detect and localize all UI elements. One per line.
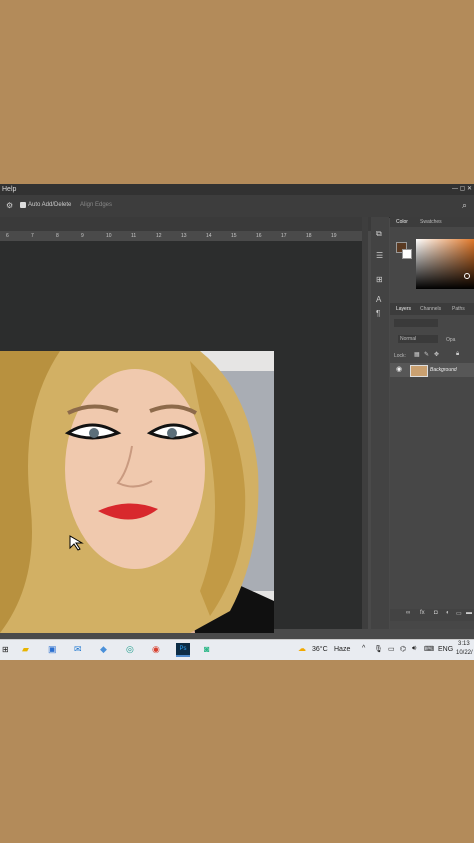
task-view-icon[interactable]: ⊞	[2, 645, 9, 654]
blend-mode-value: Normal	[400, 336, 417, 342]
tab-paths[interactable]: Paths	[452, 306, 465, 312]
ruler-tick: 16	[256, 233, 262, 239]
opacity-label: Opa	[446, 337, 456, 343]
weather-desc[interactable]: Haze	[334, 646, 350, 653]
chrome-icon[interactable]: ◉	[152, 644, 160, 655]
auto-add-delete-label: Auto Add/Delete	[28, 202, 72, 208]
color-picker-marker[interactable]	[464, 273, 470, 279]
lock-all-icon[interactable]: 🔒︎	[456, 351, 459, 358]
panel-tool-strip: ⧉ ☰ ⊞ A ¶	[371, 217, 389, 629]
tab-color[interactable]: Color	[396, 219, 408, 225]
menu-help[interactable]: Help	[2, 184, 16, 195]
blend-mode-select[interactable]: Normal	[398, 335, 438, 343]
character-icon[interactable]: A	[376, 295, 381, 304]
search-icon[interactable]: ⌕	[462, 200, 467, 211]
edge-icon[interactable]: ◎	[126, 644, 134, 655]
photoshop-window: Help — ▢ ✕ ⚙ Auto Add/Delete Align Edges…	[0, 184, 474, 660]
color-panel-tabs: Color Swatches	[390, 217, 474, 227]
tab-swatches[interactable]: Swatches	[420, 219, 442, 225]
lock-move-icon[interactable]: ✥	[434, 351, 439, 358]
properties-icon[interactable]: ⊞	[376, 275, 383, 284]
align-edges-label[interactable]: Align Edges	[80, 202, 112, 208]
document-image[interactable]	[0, 351, 274, 633]
link-layers-icon[interactable]: ∞	[406, 610, 410, 616]
clock-date[interactable]: 10/22/	[456, 650, 473, 656]
network-icon[interactable]: ⌬	[400, 645, 406, 653]
visibility-eye-icon[interactable]: ◉	[396, 365, 402, 373]
store-icon[interactable]: ▣	[48, 644, 57, 655]
app-icon[interactable]: ◆	[100, 644, 107, 655]
layer-row[interactable]: ◉ Background	[390, 363, 474, 377]
ruler-tick: 6	[6, 233, 9, 239]
auto-add-delete-checkbox[interactable]	[20, 202, 26, 208]
lock-label: Lock:	[394, 353, 406, 359]
history-icon[interactable]: ⧉	[376, 229, 382, 239]
language-indicator[interactable]: ENG	[438, 646, 453, 653]
layer-thumbnail	[410, 365, 428, 377]
ruler-tick: 13	[181, 233, 187, 239]
paragraph-icon[interactable]: ¶	[376, 309, 380, 318]
chevron-up-icon[interactable]: ^	[362, 645, 365, 652]
ruler-tick: 8	[56, 233, 59, 239]
color-picker-field[interactable]	[416, 239, 474, 289]
options-bar: ⚙ Auto Add/Delete Align Edges ⌕	[0, 195, 474, 218]
right-panels: Color Swatches Layers Channels Paths Nor…	[390, 217, 474, 629]
mail-icon[interactable]: ✉	[74, 644, 82, 655]
mask-icon[interactable]: ◘	[434, 610, 438, 616]
gear-icon[interactable]: ⚙	[6, 201, 13, 210]
recorder-icon[interactable]: ◙	[204, 644, 209, 654]
tab-channels[interactable]: Channels	[420, 306, 441, 312]
volume-icon[interactable]: 🔊︎	[412, 645, 416, 653]
weather-temp[interactable]: 36°C	[312, 646, 328, 653]
adjustment-layer-icon[interactable]: ◐	[446, 610, 450, 616]
ruler-tick: 15	[231, 233, 237, 239]
layers-panel-tabs: Layers Channels Paths	[390, 303, 474, 315]
mic-icon[interactable]: 🎙︎	[374, 645, 383, 653]
delete-layer-icon[interactable]: ▬	[466, 610, 472, 616]
photoshop-icon[interactable]: Ps	[176, 643, 190, 657]
clock-time[interactable]: 3:13	[458, 641, 470, 647]
vertical-scrollbar[interactable]	[362, 217, 368, 629]
menu-bar: Help — ▢ ✕	[0, 184, 474, 195]
layer-filter-kind[interactable]	[394, 319, 438, 327]
window-controls[interactable]: — ▢ ✕	[452, 184, 472, 195]
canvas-workspace[interactable]	[0, 241, 362, 633]
ruler-tick: 7	[31, 233, 34, 239]
layers-footer: ∞ fx ◘ ◐ ▭ ▬	[390, 609, 474, 621]
ruler-tick: 11	[131, 233, 137, 239]
fx-icon[interactable]: fx	[420, 610, 425, 616]
lock-paint-icon[interactable]: ✎	[424, 351, 429, 358]
ruler-tick: 12	[156, 233, 162, 239]
tab-layers[interactable]: Layers	[396, 306, 411, 312]
portrait-photo	[0, 351, 274, 633]
weather-icon: ☁	[298, 644, 306, 653]
ruler-tick: 19	[331, 233, 337, 239]
ruler-tick: 17	[281, 233, 287, 239]
ruler-tick: 9	[81, 233, 84, 239]
file-explorer-icon[interactable]: ▰	[22, 644, 29, 655]
layer-name: Background	[430, 367, 457, 373]
ruler-tick: 14	[206, 233, 212, 239]
battery-icon[interactable]: ▭	[388, 645, 395, 653]
keyboard-icon[interactable]: ⌨	[424, 645, 434, 653]
windows-taskbar: ⊞ ▰ ▣ ✉ ◆ ◎ ◉ Ps ◙ ☁ 36°C Haze ^ 🎙︎ ▭ ⌬ …	[0, 639, 474, 660]
ruler-tick: 18	[306, 233, 312, 239]
document-tabs	[0, 217, 372, 231]
new-layer-icon[interactable]: ▭	[456, 610, 462, 617]
ruler-tick: 10	[106, 233, 112, 239]
adjustments-icon[interactable]: ☰	[376, 251, 383, 260]
background-color-swatch[interactable]	[402, 249, 412, 259]
lock-pixels-icon[interactable]: ▦	[414, 351, 420, 358]
